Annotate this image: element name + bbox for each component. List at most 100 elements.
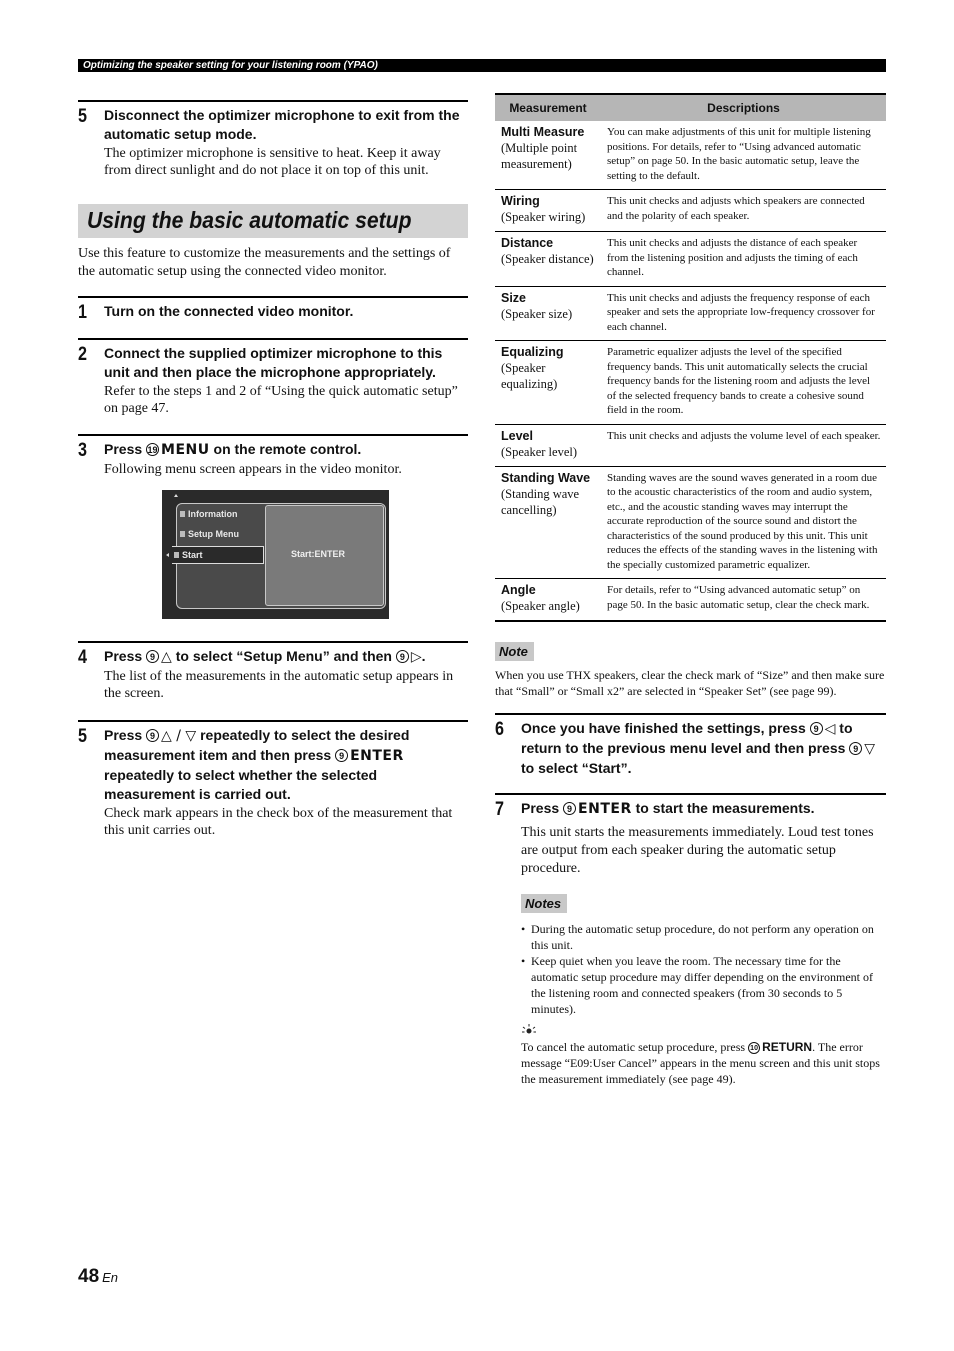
step-title: Disconnect the optimizer microphone to e… xyxy=(104,107,460,142)
step-title: Press 9 △ / ▽ repeatedly to select the de… xyxy=(104,722,468,804)
remote-key-number-icon: 10 xyxy=(748,1042,761,1054)
menu-item-start: Start xyxy=(172,546,264,564)
measurement-subtitle: (Speaker size) xyxy=(501,306,573,321)
measurement-name: Angle xyxy=(501,583,536,597)
description-cell: This unit checks and adjusts the volume … xyxy=(601,424,886,467)
description-cell: This unit checks and adjusts the distanc… xyxy=(601,231,886,287)
measurement-name: Equalizing xyxy=(501,345,564,359)
text: to select “Setup Menu” and then xyxy=(171,648,396,664)
remote-key-number-icon: 9 xyxy=(146,650,160,663)
section-title: Using the basic automatic setup xyxy=(78,204,468,238)
measurement-name: Standing Wave xyxy=(501,470,591,485)
text: Press xyxy=(104,441,147,457)
menu-item-label: Start xyxy=(182,550,203,560)
menu-item-label: Setup Menu xyxy=(188,529,239,539)
menu-key-label: MENU xyxy=(161,442,210,458)
cursor-arrow-icon xyxy=(166,553,169,557)
step-number: 3 xyxy=(78,440,87,461)
measurement-subtitle: (Multiple point measurement) xyxy=(501,141,578,171)
remote-key-number-icon: 9 xyxy=(563,802,577,815)
up-arrow-icon: △ xyxy=(161,649,172,665)
table-header-row: Measurement Descriptions xyxy=(495,93,886,121)
note-item: Keep quiet when you leave the room. The … xyxy=(521,953,886,1017)
return-key-label: RETURN xyxy=(762,1040,813,1054)
table-row: Level (Speaker level) This unit checks and… xyxy=(495,424,886,467)
note-item: During the automatic setup procedure, do… xyxy=(521,921,886,953)
panel-text: Start:ENTER xyxy=(291,549,346,559)
table-row: Wiring (Speaker wiring) This unit checks a… xyxy=(495,189,886,232)
table-row: Multi Measure (Multiple point measurement… xyxy=(495,121,886,190)
measurement-name: Wiring xyxy=(501,194,540,208)
measurement-cell: Standing Wave (Standing wave cancelling) xyxy=(495,466,601,579)
step-number: 5 xyxy=(78,106,87,127)
measurement-cell: Size (Speaker size) xyxy=(495,286,601,341)
measurement-subtitle: (Speaker wiring) xyxy=(501,210,586,224)
measurement-name: Multi Measure xyxy=(501,125,585,139)
measurement-table: Measurement Descriptions Multi Measure (M… xyxy=(495,93,886,622)
text: on the remote control. xyxy=(209,441,362,457)
running-header-text: Optimizing the speaker setting for your … xyxy=(83,60,378,71)
measurement-cell: Multi Measure (Multiple point measurement… xyxy=(495,121,601,190)
step-title: Turn on the connected video monitor. xyxy=(104,303,354,319)
step-3: 3 Press 19 MENU on the remote control. Fo… xyxy=(78,434,468,478)
text: . xyxy=(421,648,426,664)
step-6: 6 Once you have finished the settings, p… xyxy=(495,713,886,793)
step-2: 2 Connect the supplied optimizer microph… xyxy=(78,338,468,434)
step-body: The list of the measurements in the auto… xyxy=(104,669,454,701)
step-title: Press 9 △ to select “Setup Menu” and then… xyxy=(104,643,468,667)
step-number: 2 xyxy=(78,344,87,365)
step-number: 1 xyxy=(78,302,87,323)
left-arrow-icon: ◁ xyxy=(824,721,836,737)
remote-key-number-icon: 9 xyxy=(395,650,409,663)
text: to start the measurements. xyxy=(631,800,815,816)
down-arrow-icon: ▽ xyxy=(864,741,876,757)
measurement-subtitle: (Speaker equalizing) xyxy=(501,361,558,391)
measurement-cell: Wiring (Speaker wiring) xyxy=(495,189,601,232)
column-header-descriptions: Descriptions xyxy=(601,93,886,121)
table-row: Equalizing (Speaker equalizing) Parametric… xyxy=(495,340,886,425)
measurement-cell: Distance (Speaker distance) xyxy=(495,231,601,287)
menu-item-label: Information xyxy=(188,509,238,519)
step-title: Connect the supplied optimizer microphon… xyxy=(104,345,443,380)
page-number-value: 48 xyxy=(78,1266,100,1287)
note-text: When you use THX speakers, clear the che… xyxy=(495,668,885,698)
step-title: Once you have finished the settings, pre… xyxy=(521,715,886,778)
text: repeatedly to select whether the selecte… xyxy=(104,767,378,802)
description-cell: You can make adjustments of this unit fo… xyxy=(601,121,886,190)
lightbulb-icon xyxy=(521,1023,886,1039)
right-arrow-icon: ▷ xyxy=(410,649,422,665)
running-header: Optimizing the speaker setting for your … xyxy=(78,59,886,72)
bullet-icon xyxy=(180,511,185,517)
right-column: Measurement Descriptions Multi Measure (M… xyxy=(495,93,886,1087)
left-column: 5 Disconnect the optimizer microphone to… xyxy=(78,100,468,179)
description-cell: Standing waves are the sound waves gener… xyxy=(601,466,886,579)
measurement-subtitle: (Standing wave cancelling) xyxy=(501,486,580,517)
page-number: 48 En xyxy=(78,1266,118,1288)
column-header-measurement: Measurement xyxy=(495,93,601,121)
step-body: This unit starts the measurements immedi… xyxy=(521,825,874,876)
notes-block: Notes During the automatic setup procedu… xyxy=(521,894,886,1087)
step-number: 7 xyxy=(495,799,504,820)
remote-key-number-icon: 9 xyxy=(335,749,349,762)
remote-key-number-icon: 19 xyxy=(146,443,160,456)
note-block: Note When you use THX speakers, clear th… xyxy=(495,642,886,699)
measurement-subtitle: (Speaker level) xyxy=(501,444,578,459)
text: Press xyxy=(521,800,564,816)
step-5-disconnect: 5 Disconnect the optimizer microphone to… xyxy=(78,100,468,179)
note-label: Note xyxy=(495,642,534,661)
remote-key-number-icon: 9 xyxy=(849,742,863,755)
measurement-subtitle: (Speaker distance) xyxy=(501,252,594,266)
menu-screen-image: Information Setup Menu Start Start:ENTER xyxy=(162,490,389,619)
text: Press xyxy=(104,648,147,664)
step-number: 6 xyxy=(495,719,504,740)
step-body: Following menu screen appears in the vid… xyxy=(104,462,402,477)
table-row: Angle (Speaker angle) For details, refer t… xyxy=(495,578,886,622)
measurement-name: Size xyxy=(501,290,527,305)
step-title: Press 9 ENTER to start the measurements. xyxy=(521,795,886,819)
enter-key-label: ENTER xyxy=(350,748,404,764)
measurement-cell: Equalizing (Speaker equalizing) xyxy=(495,340,601,425)
description-cell: This unit checks and adjusts the frequen… xyxy=(601,286,886,341)
steps-1-3: 1 Turn on the connected video monitor. 2… xyxy=(78,296,468,478)
step-number: 5 xyxy=(78,726,87,747)
step-7: 7 Press 9 ENTER to start the measurements… xyxy=(495,793,886,1087)
